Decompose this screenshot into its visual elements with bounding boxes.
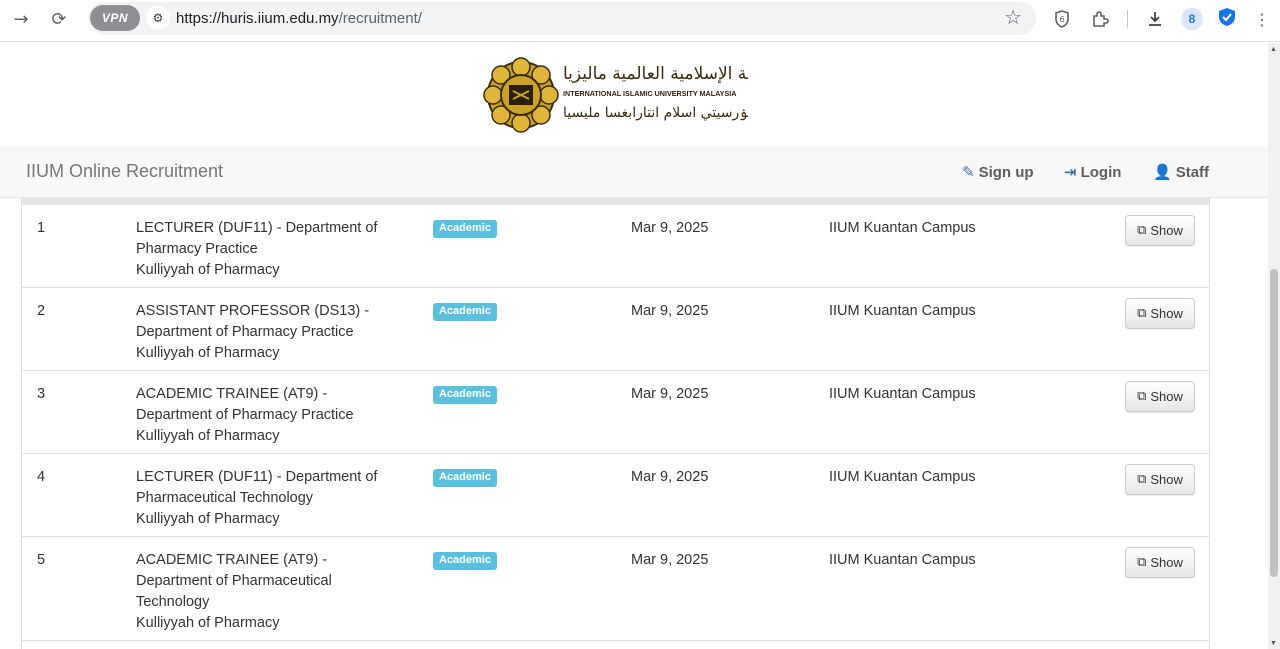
external-link-icon: ⧉ — [1137, 555, 1147, 570]
url-path: /recruitment/ — [338, 10, 422, 27]
job-title-cell: ASSISTANT PROFESSOR (DS13) - Department … — [136, 301, 401, 364]
job-title-cell: LECTURER (DUF11) - Department of Pharmac… — [136, 467, 401, 530]
browser-toolbar: → ⟳ VPN ⚙ https://huris.iium.edu.my/recr… — [0, 0, 1280, 42]
security-shield-icon[interactable] — [1218, 7, 1236, 27]
scroll-up-arrow-icon[interactable]: ▲ — [1270, 46, 1277, 53]
nav-staff-link[interactable]: 👤 Staff — [1153, 163, 1209, 181]
table-row: 5 ACADEMIC TRAINEE (AT9) - Department of… — [22, 537, 1209, 641]
scroll-down-arrow-icon[interactable]: ▼ — [1270, 640, 1277, 647]
show-button[interactable]: ⧉ Show — [1125, 464, 1195, 495]
job-date: Mar 9, 2025 — [631, 303, 709, 319]
user-icon: 👤 — [1153, 163, 1172, 181]
job-kulliyyah: Kulliyyah of Pharmacy — [136, 428, 280, 444]
job-campus: IIUM Kuantan Campus — [829, 220, 976, 236]
job-number: 2 — [37, 303, 46, 319]
nav-signup-label: Sign up — [978, 163, 1034, 181]
job-title: ASSISTANT PROFESSOR (DS13) - Department … — [136, 303, 370, 340]
jobs-table: 1 LECTURER (DUF11) - Department of Pharm… — [21, 198, 1210, 649]
category-badge: Academic — [433, 552, 497, 570]
job-title-cell: LECTURER (DUF11) - Department of Pharmac… — [136, 218, 401, 281]
table-row: 3 ACADEMIC TRAINEE (AT9) - Department of… — [22, 371, 1209, 454]
url-host: https://huris.iium.edu.my — [176, 10, 339, 27]
table-header-strip — [22, 198, 1209, 205]
job-kulliyyah: Kulliyyah of Pharmacy — [136, 262, 280, 278]
job-title: ACADEMIC TRAINEE (AT9) - Department of P… — [136, 386, 354, 423]
show-button[interactable]: ⧉ Show — [1125, 215, 1195, 246]
job-kulliyyah: Kulliyyah of Pharmacy — [136, 345, 280, 361]
nav-staff-label: Staff — [1175, 163, 1210, 181]
extension-shield-icon[interactable]: 6 — [1050, 7, 1074, 31]
job-campus: IIUM Kuantan Campus — [829, 552, 976, 568]
logo-arabic-top: الجامعة الإسلامية العالمية ماليزيا — [563, 64, 748, 84]
site-navbar: IIUM Online Recruitment ✎ Sign up ⇥ Logi… — [0, 146, 1268, 198]
category-badge: Academic — [433, 303, 497, 321]
job-date: Mar 9, 2025 — [631, 386, 709, 402]
address-bar[interactable]: VPN ⚙ https://huris.iium.edu.my/recruitm… — [88, 2, 1036, 35]
site-brand[interactable]: IIUM Online Recruitment — [26, 161, 223, 182]
page-scrollbar[interactable]: ▲ ▼ — [1268, 43, 1280, 649]
profile-avatar[interactable]: 8 — [1181, 8, 1203, 30]
category-badge: Academic — [433, 386, 497, 404]
job-date: Mar 9, 2025 — [631, 552, 709, 568]
scrollbar-thumb[interactable] — [1270, 269, 1278, 577]
job-number: 1 — [37, 220, 46, 236]
external-link-icon: ⧉ — [1137, 306, 1147, 321]
extensions-puzzle-icon[interactable] — [1088, 7, 1112, 31]
show-button-label: Show — [1150, 472, 1183, 487]
header-logo-area: الجامعة الإسلامية العالمية ماليزيا INTER… — [0, 43, 1268, 146]
forward-arrow-icon[interactable]: → — [8, 6, 34, 32]
url-text[interactable]: https://huris.iium.edu.my/recruitment/ — [176, 10, 422, 27]
category-badge: Academic — [433, 469, 497, 487]
job-kulliyyah: Kulliyyah of Pharmacy — [136, 511, 280, 527]
job-campus: IIUM Kuantan Campus — [829, 386, 976, 402]
show-button[interactable]: ⧉ Show — [1125, 298, 1195, 329]
show-button[interactable]: ⧉ Show — [1125, 547, 1195, 578]
job-number: 5 — [37, 552, 46, 568]
signup-icon: ✎ — [962, 163, 975, 181]
reload-icon[interactable]: ⟳ — [46, 6, 72, 32]
nav-login-link[interactable]: ⇥ Login — [1064, 163, 1121, 181]
job-title: ACADEMIC TRAINEE (AT9) - Department of P… — [136, 552, 332, 610]
site-info-icon[interactable]: ⚙ — [146, 6, 170, 30]
job-title-cell: ACADEMIC TRAINEE (AT9) - Department of P… — [136, 384, 401, 447]
svg-text:6: 6 — [1059, 15, 1064, 24]
job-number: 4 — [37, 469, 46, 485]
job-title: LECTURER (DUF11) - Department of Pharmac… — [136, 220, 378, 257]
more-menu-icon[interactable]: ⋮ — [1250, 7, 1274, 31]
nav-signup-link[interactable]: ✎ Sign up — [962, 163, 1034, 181]
logo-english-name: INTERNATIONAL ISLAMIC UNIVERSITY MALAYSI… — [563, 89, 736, 98]
bookmark-star-icon[interactable]: ☆ — [1004, 5, 1022, 29]
show-button-label: Show — [1150, 223, 1183, 238]
iium-logo[interactable]: الجامعة الإسلامية العالمية ماليزيا INTER… — [483, 55, 790, 135]
toolbar-divider — [1127, 10, 1128, 28]
job-date: Mar 9, 2025 — [631, 220, 709, 236]
job-date: Mar 9, 2025 — [631, 469, 709, 485]
table-row: 4 LECTURER (DUF11) - Department of Pharm… — [22, 454, 1209, 537]
download-icon[interactable] — [1143, 7, 1167, 31]
nav-login-label: Login — [1080, 163, 1122, 181]
job-campus: IIUM Kuantan Campus — [829, 469, 976, 485]
external-link-icon: ⧉ — [1137, 223, 1147, 238]
show-button[interactable]: ⧉ Show — [1125, 381, 1195, 412]
show-button-label: Show — [1150, 306, 1183, 321]
job-title: LECTURER (DUF11) - Department of Pharmac… — [136, 469, 378, 506]
category-badge: Academic — [433, 220, 497, 238]
login-icon: ⇥ — [1064, 163, 1077, 181]
show-button-label: Show — [1150, 555, 1183, 570]
job-title-cell: ACADEMIC TRAINEE (AT9) - Department of P… — [136, 550, 366, 634]
vpn-button[interactable]: VPN — [90, 5, 140, 31]
job-campus: IIUM Kuantan Campus — [829, 303, 976, 319]
job-kulliyyah: Kulliyyah of Pharmacy — [136, 615, 280, 631]
job-number: 3 — [37, 386, 46, 402]
table-row: 1 LECTURER (DUF11) - Department of Pharm… — [22, 205, 1209, 288]
logo-arabic-bottom: يونيۏرسيتي اسلام انتارابغسا مليسيا — [563, 105, 748, 121]
external-link-icon: ⧉ — [1137, 389, 1147, 404]
external-link-icon: ⧉ — [1137, 472, 1147, 487]
show-button-label: Show — [1150, 389, 1183, 404]
table-row: 2 ASSISTANT PROFESSOR (DS13) - Departmen… — [22, 288, 1209, 371]
